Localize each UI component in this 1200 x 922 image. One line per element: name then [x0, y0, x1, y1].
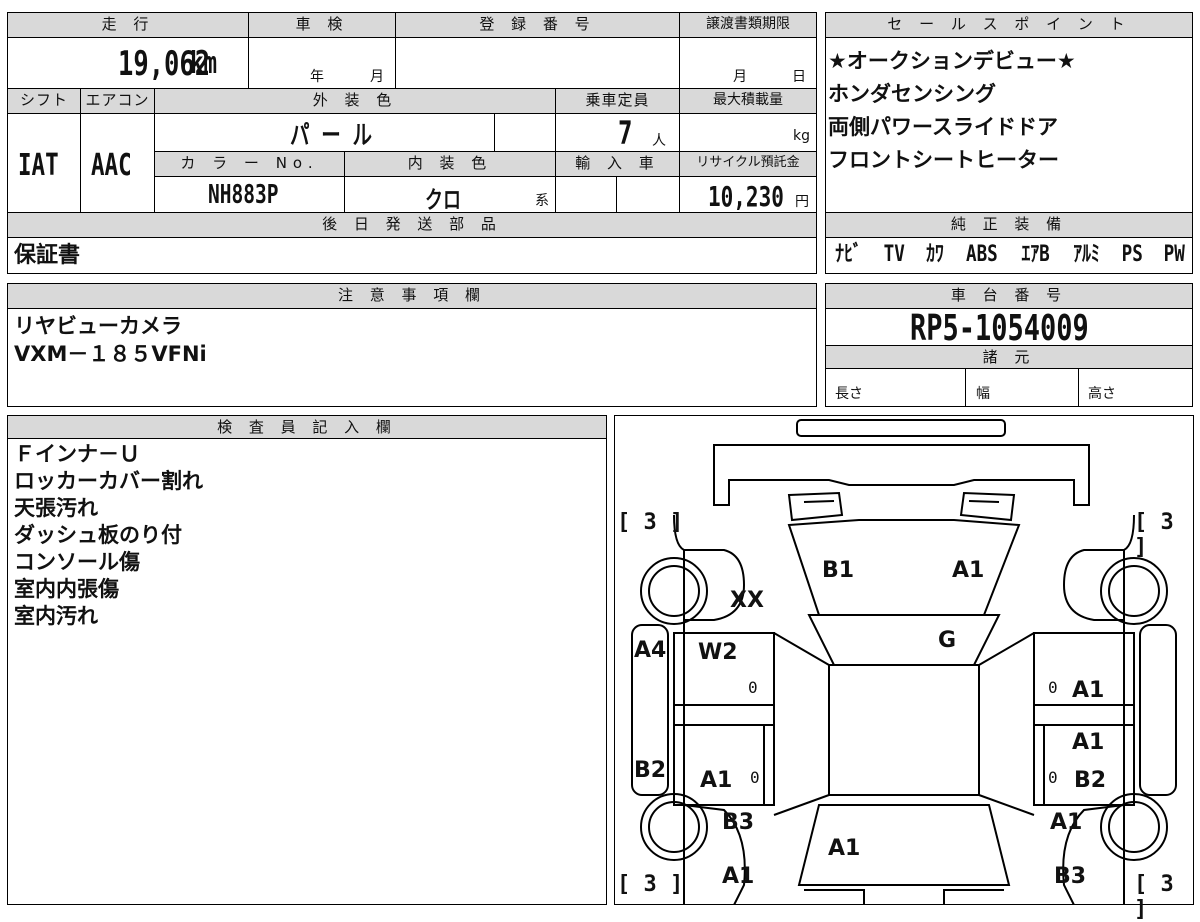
chassis-header: 車 台 番 号: [826, 284, 1192, 308]
damage-rear-door-right: B2: [1074, 768, 1107, 793]
spec-width: 幅: [976, 386, 990, 402]
transfer-month: 月: [733, 69, 747, 85]
paint-front-door-left: 0: [748, 678, 758, 697]
inspector-note-item: 室内内張傷: [14, 577, 119, 601]
equipment-item: ﾅﾋﾞ: [835, 242, 862, 267]
mileage-header: 走 行: [8, 13, 248, 37]
shift-header: シフト: [8, 89, 80, 113]
import-header: 輸 入 車: [556, 152, 679, 176]
sales-point-item: 両側パワースライドドア: [828, 115, 1058, 139]
equipment-item: PW: [1164, 242, 1186, 267]
damage-fender-left: XX: [730, 588, 764, 613]
inspector-note-item: 天張汚れ: [14, 496, 98, 520]
damage-bumper-left: A1: [722, 864, 755, 889]
inspector-note-item: Ｆインナ－Ｕ: [14, 442, 140, 466]
recycle-unit: 円: [795, 194, 809, 210]
max-load-unit: kg: [793, 128, 810, 144]
sales-point-item: フロントシートヒーター: [828, 148, 1059, 172]
inspection-header: 車 検: [249, 13, 395, 37]
capacity-value: 7: [618, 114, 633, 152]
equipment-list: ﾅﾋﾞ TV ｶﾜ ABS ｴｱB ｱﾙﾐ PS PW: [832, 240, 1188, 270]
mileage-unit: km: [190, 46, 218, 81]
sales-points-header: セ ー ル ス ポ イ ン ト: [826, 13, 1192, 37]
exterior-color-header: 外 装 色: [155, 89, 555, 113]
inspector-list: Ｆインナ－Ｕ ロッカーカバー割れ 天張汚れダッシュ板のり付 コンソール傷 室内内張傷室内…: [14, 441, 203, 630]
registration-header: 登 録 番 号: [396, 13, 679, 37]
damage-bumper-right: B3: [1054, 864, 1087, 889]
chassis-number: RP5-1054009: [910, 308, 1089, 349]
equipment-item: ｶﾜ: [926, 242, 944, 267]
damage-pillar-left: A4: [634, 638, 667, 663]
damage-front-door-right: A1: [1072, 678, 1105, 703]
sales-point-item: ★オークションデビュー★: [828, 49, 1076, 73]
recycle-value: 10,230: [708, 180, 784, 213]
interior-color-header: 内 装 色: [345, 152, 555, 176]
tire-tread-front-left: [ 3 ]: [617, 510, 684, 535]
tire-tread-rear-left: [ 3 ]: [617, 872, 684, 897]
transfer-deadline-header: 譲渡書類期限: [680, 13, 816, 37]
spec-height: 高さ: [1088, 386, 1116, 402]
notes-item: リヤビューカメラ: [14, 314, 182, 338]
exterior-color-value: パ ー ル: [290, 121, 372, 151]
equipment-item: ABS: [966, 242, 998, 267]
damage-windshield: G: [938, 628, 957, 653]
paint-rear-door-left: 0: [750, 768, 760, 787]
equipment-item: TV: [883, 242, 906, 267]
inspector-note-item: ロッカーカバー割れ: [14, 469, 203, 493]
notes-header: 注 意 事 項 欄: [8, 284, 816, 308]
inspector-note-item: コンソール傷: [14, 550, 140, 574]
damage-front-door-left: W2: [698, 640, 738, 665]
sales-point-item: ホンダセンシング: [828, 82, 996, 106]
equipment-header: 純 正 装 備: [826, 213, 1192, 237]
aircon-value: AAC: [91, 148, 132, 183]
paint-front-door-right: 0: [1048, 678, 1058, 697]
inspector-note-item: 室内汚れ: [14, 604, 98, 628]
damage-hood-right: A1: [952, 558, 985, 583]
shift-value: IAT: [18, 148, 59, 183]
damage-quarter-left: B3: [722, 810, 755, 835]
shipping-value: 保証書: [14, 243, 81, 268]
spec-length: 長さ: [835, 386, 863, 402]
sales-points-list: ★オークションデビュー★ ホンダセンシング両側パワースライドドア フロントシートヒー…: [828, 45, 1188, 177]
equipment-item: ｴｱB: [1021, 242, 1050, 267]
color-no-header: カ ラ ー No.: [155, 152, 344, 176]
transfer-day: 日: [792, 69, 806, 85]
notes-list: リヤビューカメラ VXM－１８５VFNi: [14, 312, 207, 368]
recycle-header: リサイクル預託金: [680, 152, 816, 176]
interior-color-value: クロ: [425, 186, 461, 214]
tire-tread-front-right: [ 3 ]: [1134, 510, 1174, 560]
notes-item: VXM－１８５VFNi: [14, 342, 207, 366]
shipping-header: 後 日 発 送 部 品: [8, 213, 816, 237]
damage-roof-rear: A1: [828, 836, 861, 861]
inspector-header: 検 査 員 記 入 欄: [8, 416, 606, 438]
color-no-value: NH883P: [208, 180, 279, 210]
inspection-year: 年: [310, 69, 324, 85]
damage-quarter-right: A1: [1050, 810, 1083, 835]
max-load-header: 最大積載量: [680, 89, 816, 113]
specs-header: 諸 元: [826, 346, 1192, 368]
capacity-header: 乗車定員: [556, 89, 679, 113]
equipment-item: PS: [1121, 242, 1143, 267]
inspector-note-item: ダッシュ板のり付: [14, 523, 182, 547]
capacity-unit: 人: [652, 133, 666, 149]
inspection-month: 月: [370, 69, 384, 85]
aircon-header: エアコン: [81, 89, 154, 113]
damage-rear-door-left: A1: [700, 768, 733, 793]
damage-rocker-left: B2: [634, 758, 667, 783]
paint-rear-door-right: 0: [1048, 768, 1058, 787]
damage-rear-door-right-top: A1: [1072, 730, 1105, 755]
interior-color-suffix: 系: [535, 193, 549, 209]
tire-tread-rear-right: [ 3 ]: [1134, 872, 1174, 922]
damage-hood-left: B1: [822, 558, 855, 583]
equipment-item: ｱﾙﾐ: [1072, 242, 1100, 267]
